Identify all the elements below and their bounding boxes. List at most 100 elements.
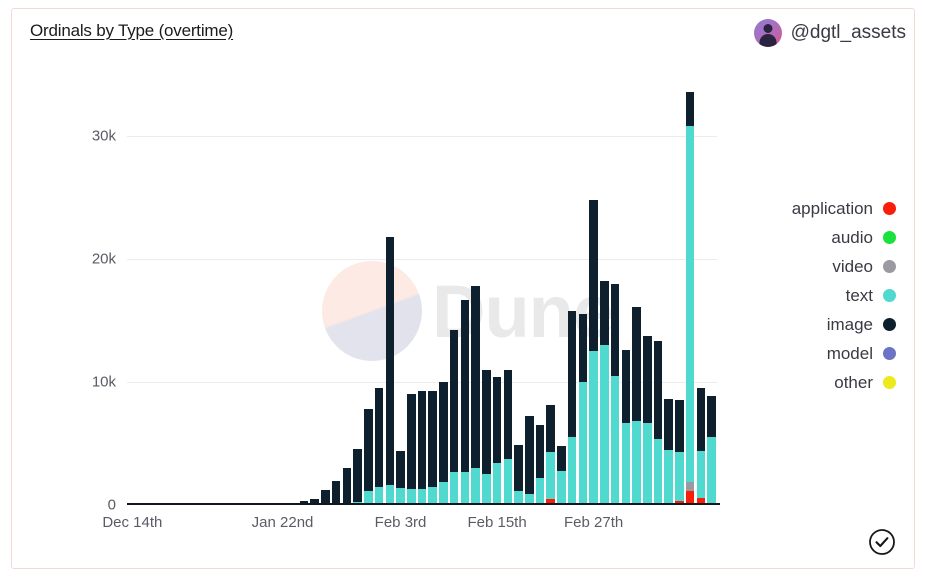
y-axis-labels: 0 10k 20k 30k [12,9,116,568]
bar-column[interactable] [546,405,555,505]
legend-color-swatch [883,318,896,331]
bar-column[interactable] [524,416,534,505]
bar-column[interactable] [492,377,502,505]
bar-segment-text [675,452,684,502]
bar-column[interactable] [621,350,631,505]
chart-card: Ordinals by Type (overtime) @dgtl_assets… [11,8,915,569]
legend-color-swatch [883,376,896,389]
bar-segment-text [600,345,609,505]
bar-column[interactable] [514,444,523,505]
bar-column[interactable] [503,369,513,505]
bar-column[interactable] [428,390,437,505]
bar-column[interactable] [567,310,577,505]
bar-column[interactable] [600,281,609,505]
legend-item-audio[interactable]: audio [736,223,896,252]
bar-column[interactable] [471,286,480,505]
bar-column[interactable] [610,283,620,505]
legend-item-video[interactable]: video [736,252,896,281]
legend-color-swatch [883,202,896,215]
bar-column[interactable] [664,399,673,505]
bar-segment-image [642,336,652,423]
legend-item-label: application [791,198,873,218]
bar-column[interactable] [439,381,448,505]
bar-segment-image [696,388,706,451]
check-circle-icon[interactable] [868,528,896,556]
bar-segment-image [460,299,470,472]
x-axis-line [127,503,720,505]
bar-column[interactable] [385,236,395,505]
x-axis-tick-label: Feb 27th [564,514,624,531]
bar-column[interactable] [406,394,416,505]
bar-segment-image [685,91,695,127]
bar-column[interactable] [707,395,716,505]
bar-column[interactable] [460,299,470,505]
bar-column[interactable] [331,481,341,505]
bar-column[interactable] [589,199,598,505]
x-axis-tick-label: Dec 14th [102,514,163,531]
bar-segment-text [664,449,673,505]
bar-segment-text [578,381,588,505]
bar-column[interactable] [632,306,641,505]
user-avatar-icon [753,19,782,47]
bar-column[interactable] [557,445,566,505]
bar-column[interactable] [675,400,684,505]
bar-segment-image [471,286,480,469]
bar-segment-image [374,388,384,487]
legend-item-image[interactable]: image [736,310,896,339]
bar-column[interactable] [417,390,427,505]
bar-segment-image [546,405,555,453]
bar-segment-image [578,314,588,382]
bar-segment-text [567,437,577,505]
bar-segment-image [364,409,373,492]
bar-segment-image [514,444,523,492]
bar-segment-image [610,283,620,376]
bar-column[interactable] [353,449,362,505]
bar-segment-text [471,468,480,505]
bar-column[interactable] [342,468,352,505]
y-axis-tick-label: 20k [91,250,116,268]
legend-item-label: audio [831,227,873,247]
bar-segment-text [621,422,631,505]
x-axis-tick-label: Feb 3rd [374,514,427,531]
bar-segment-image [675,400,684,453]
x-axis-tick-label: Feb 15th [467,514,527,531]
bar-segment-text [439,481,448,505]
legend-item-label: text [845,285,873,305]
bar-segment-text [557,470,566,505]
bar-segment-video [685,481,695,492]
legend-item-other[interactable]: other [736,368,896,397]
bar-segment-image [653,341,663,439]
legend: application audio video text image model other [736,194,896,397]
bar-segment-image [385,236,395,486]
bar-segment-image [503,369,513,460]
bar-segment-text [685,126,695,482]
bar-segment-image [557,445,566,471]
bar-column[interactable] [449,330,459,505]
bar-column[interactable] [642,336,652,505]
bar-segment-text [632,421,641,505]
bar-column[interactable] [482,369,491,505]
y-axis-tick-label: 10k [91,373,116,391]
bar-segment-image [524,416,534,494]
author-handle: @dgtl_assets [790,22,906,43]
bar-column[interactable] [696,388,706,505]
bar-segment-image [321,490,330,504]
bar-segment-image [482,369,491,475]
bar-series-container [127,91,717,505]
bar-column[interactable] [685,91,695,505]
bar-column[interactable] [535,425,545,505]
legend-item-application[interactable]: application [736,194,896,223]
author-badge[interactable]: @dgtl_assets [753,19,906,47]
bar-segment-text [503,459,513,505]
bar-column[interactable] [396,450,405,505]
bar-column[interactable] [578,314,588,505]
bar-column[interactable] [653,341,663,505]
bar-column[interactable] [374,388,384,505]
plot-area: Dune [127,91,717,505]
legend-item-text[interactable]: text [736,281,896,310]
legend-color-swatch [883,260,896,273]
bar-segment-text [482,474,491,505]
legend-item-model[interactable]: model [736,339,896,368]
bar-segment-image [342,468,352,503]
bar-column[interactable] [364,409,373,505]
